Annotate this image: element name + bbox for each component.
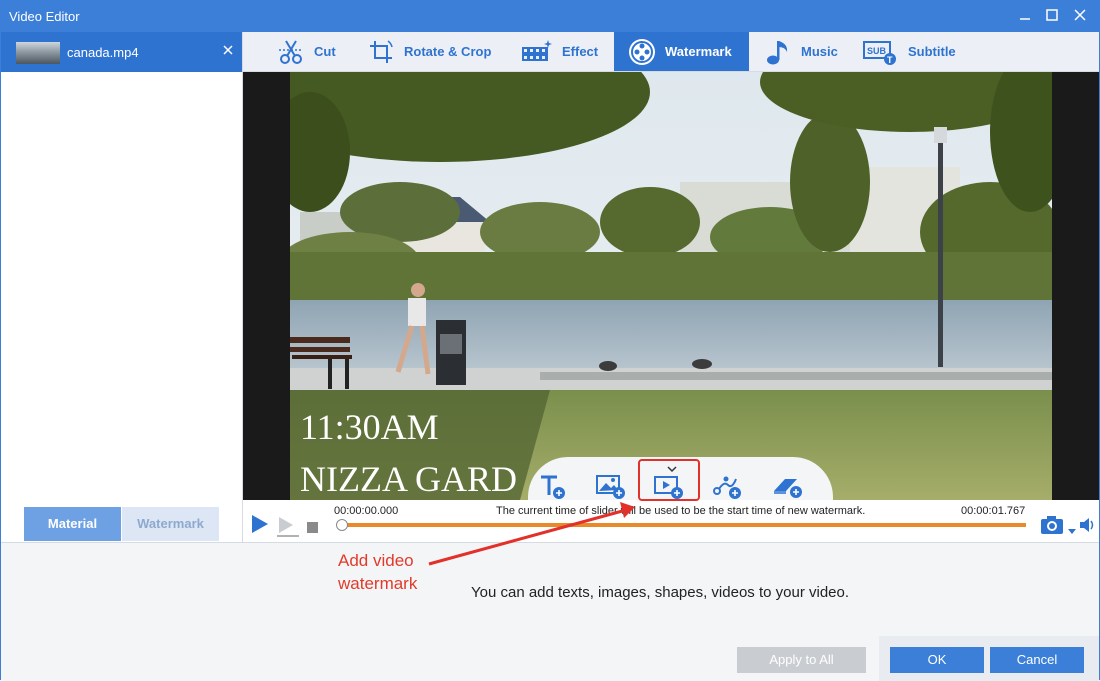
file-list-panel: canada.mp4 Material Watermark — [1, 32, 243, 542]
play-segment-icon — [277, 517, 299, 537]
shape-plus-icon — [713, 476, 741, 499]
tab-music-label: Music — [801, 44, 838, 59]
snapshot-button[interactable] — [1040, 514, 1066, 541]
annotation-label: Add video watermark — [338, 549, 417, 595]
video-preview-area: 11:30AM NIZZA GARD — [243, 72, 1099, 500]
current-time: 00:00:00.000 — [334, 505, 399, 517]
ok-button[interactable]: OK — [890, 647, 984, 673]
close-icon — [1074, 9, 1086, 21]
subtitle-icon: SUB T — [863, 40, 896, 65]
music-note-icon — [767, 40, 788, 64]
close-icon — [223, 45, 233, 55]
minimize-icon — [1020, 18, 1030, 20]
annotation-highlight-box — [638, 459, 700, 501]
playback-bar: 00:00:00.000 The current time of slider … — [243, 500, 1099, 542]
title-bar: Video Editor — [1, 1, 1099, 32]
tab-material[interactable]: Material — [24, 507, 121, 541]
play-icon — [252, 515, 268, 533]
tab-cut-label: Cut — [314, 44, 336, 59]
video-overlay-place: NIZZA GARD — [300, 459, 517, 499]
annotation-line-2: watermark — [338, 574, 418, 593]
tab-subtitle-label: Subtitle — [908, 44, 956, 59]
file-thumbnail — [16, 42, 60, 64]
video-frame[interactable]: 11:30AM NIZZA GARD — [290, 72, 1052, 500]
speaker-icon — [1080, 518, 1094, 532]
window-title: Video Editor — [9, 9, 80, 24]
tab-rotate-crop[interactable]: Rotate & Crop — [366, 32, 491, 71]
left-tab-group: Material Watermark — [24, 507, 219, 541]
tab-watermark[interactable]: Watermark — [614, 32, 749, 71]
scissors-icon — [279, 39, 303, 64]
tab-rotate-crop-label: Rotate & Crop — [404, 44, 492, 59]
stop-button[interactable] — [307, 520, 318, 538]
close-window-button[interactable] — [1067, 5, 1093, 27]
svg-text:SUB: SUB — [867, 46, 887, 56]
file-name: canada.mp4 — [67, 45, 139, 60]
tab-subtitle[interactable]: SUB T Subtitle — [862, 32, 956, 71]
watermark-icon — [629, 38, 655, 65]
video-editor-window: Video Editor canada.mp4 Material Waterma… — [0, 0, 1100, 681]
stop-icon — [307, 522, 318, 533]
tab-watermark-list[interactable]: Watermark — [122, 507, 219, 541]
play-segment-button[interactable] — [277, 516, 299, 543]
annotation-line-1: Add video — [338, 551, 414, 570]
tab-music[interactable]: Music — [763, 32, 838, 71]
annotation-arrow — [428, 502, 635, 566]
crop-icon — [370, 39, 393, 63]
chevron-down-icon — [1068, 529, 1076, 534]
apply-to-all-button[interactable]: Apply to All — [737, 647, 866, 673]
timeline-slider-handle[interactable] — [336, 519, 348, 531]
maximize-icon — [1046, 9, 1058, 21]
maximize-button[interactable] — [1039, 5, 1065, 27]
svg-text:T: T — [887, 55, 893, 65]
tab-effect[interactable]: Effect — [520, 32, 598, 71]
remove-file-button[interactable] — [220, 42, 236, 59]
file-item[interactable]: canada.mp4 — [1, 32, 242, 72]
camera-icon — [1041, 516, 1063, 534]
tab-effect-label: Effect — [562, 44, 599, 59]
volume-button[interactable] — [1079, 516, 1097, 539]
tab-watermark-label: Watermark — [665, 44, 732, 59]
effect-icon — [522, 39, 552, 61]
video-overlay-time: 11:30AM — [300, 407, 439, 447]
minimize-button[interactable] — [1012, 5, 1038, 27]
play-button[interactable] — [251, 514, 269, 539]
eraser-plus-icon — [774, 479, 802, 498]
edit-toolbar: Cut Rotate & Crop Effect Watermark Music… — [243, 32, 1099, 72]
snapshot-options-button[interactable] — [1068, 522, 1076, 540]
tab-cut[interactable]: Cut — [276, 32, 336, 71]
cancel-button[interactable]: Cancel — [990, 647, 1084, 673]
empty-state-message: You can add texts, images, shapes, video… — [471, 584, 850, 601]
end-time: 00:00:01.767 — [961, 505, 1026, 517]
